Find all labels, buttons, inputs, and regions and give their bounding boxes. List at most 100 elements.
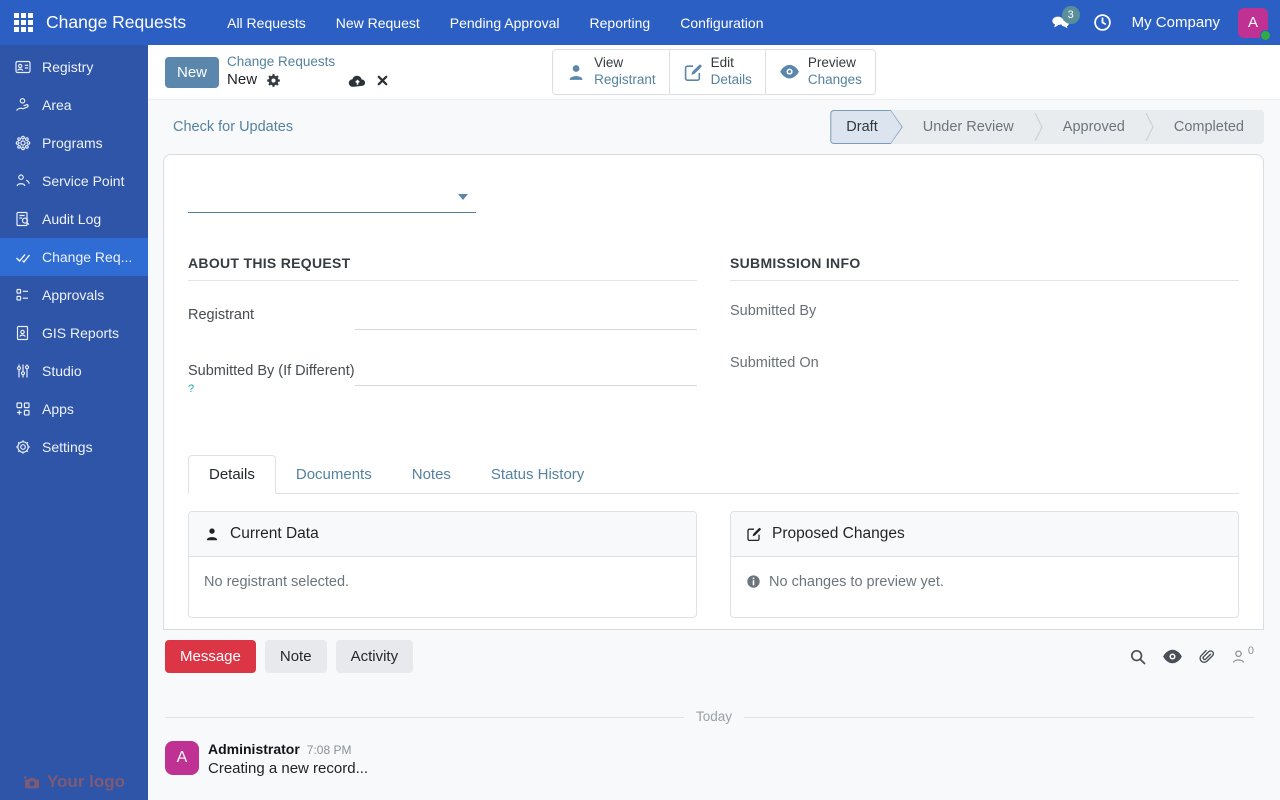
sidebar-item-label: Change Req... — [42, 249, 132, 265]
search-icon — [1129, 648, 1147, 666]
double-check-icon — [14, 248, 32, 266]
sidebar-item-gis-reports[interactable]: GIS Reports — [0, 314, 148, 352]
message-timestamp: 7:08 PM — [307, 743, 352, 757]
stage-draft[interactable]: Draft — [830, 110, 902, 144]
author-avatar: A — [165, 741, 199, 775]
submission-info-section: SUBMISSION INFO Submitted By Submitted O… — [730, 255, 1239, 431]
help-question-icon[interactable]: ? — [188, 383, 194, 395]
sidebar-item-label: Settings — [42, 439, 93, 455]
eye-icon — [1162, 648, 1183, 665]
sidebar-item-audit-log[interactable]: Audit Log — [0, 200, 148, 238]
info-icon — [746, 574, 761, 589]
date-divider: Today — [165, 709, 1263, 725]
apps-grid-icon — [14, 13, 33, 32]
tab-status-history[interactable]: Status History — [471, 456, 604, 493]
stage-separator-chevron — [1034, 110, 1043, 144]
section-title-submission: SUBMISSION INFO — [730, 255, 1239, 281]
follower-person-icon — [1230, 648, 1247, 665]
new-record-button[interactable]: New — [165, 57, 219, 88]
sidebar-item-change-requests[interactable]: Change Req... — [0, 238, 148, 276]
activity-clock-button[interactable] — [1086, 6, 1120, 40]
sidebar-item-label: Approvals — [42, 287, 104, 303]
clock-icon — [1093, 13, 1112, 32]
sidebar-item-label: GIS Reports — [42, 325, 119, 341]
message-button[interactable]: Message — [165, 640, 256, 673]
top-navbar: Change Requests All Requests New Request… — [0, 0, 1280, 45]
activity-button[interactable]: Activity — [336, 640, 414, 673]
status-row: Check for Updates Draft Under Review App… — [148, 100, 1280, 154]
record-actions-gear-button[interactable] — [266, 73, 281, 88]
sliders-icon — [14, 362, 32, 380]
menu-item-pending-approval[interactable]: Pending Approval — [437, 7, 573, 39]
sidebar-item-settings[interactable]: Settings — [0, 428, 148, 466]
sidebar-item-service-point[interactable]: Service Point — [0, 162, 148, 200]
registrant-input[interactable] — [355, 303, 697, 330]
proposed-changes-card-body: No changes to preview yet. — [731, 557, 1238, 617]
breadcrumb-current: New — [227, 71, 257, 90]
menu-item-reporting[interactable]: Reporting — [577, 7, 664, 39]
search-messages-button[interactable] — [1129, 648, 1147, 666]
divider-label: Today — [684, 709, 744, 724]
submitted-on-label: Submitted On — [730, 355, 1239, 377]
check-for-updates-link[interactable]: Check for Updates — [173, 119, 293, 135]
stage-completed[interactable]: Completed — [1154, 110, 1264, 144]
company-menu[interactable]: My Company — [1128, 14, 1230, 31]
menu-item-new-request[interactable]: New Request — [323, 7, 433, 39]
submitted-by-label: Submitted By — [730, 303, 1239, 325]
user-avatar[interactable]: A — [1238, 8, 1268, 38]
menu-item-configuration[interactable]: Configuration — [667, 7, 776, 39]
sidebar-item-area[interactable]: Area — [0, 86, 148, 124]
stage-label: Under Review — [923, 119, 1014, 135]
chevron-down-icon — [458, 194, 468, 200]
message-author[interactable]: Administrator — [208, 741, 300, 757]
sidebar-item-approvals[interactable]: Approvals — [0, 276, 148, 314]
hand-care-icon — [14, 96, 32, 114]
followers-count: 0 — [1248, 645, 1254, 657]
chatter: Message Note Activity 0 — [148, 630, 1280, 777]
chatter-message: A Administrator 7:08 PM Creating a new r… — [165, 741, 1263, 777]
submitted-by-if-input[interactable] — [355, 359, 697, 386]
notebook-tabs: Details Documents Notes Status History — [188, 455, 1239, 494]
action-label-top: Preview — [808, 55, 856, 72]
app-title[interactable]: Change Requests — [46, 12, 186, 33]
stage-under-review[interactable]: Under Review — [903, 110, 1034, 144]
current-data-card: Current Data No registrant selected. — [188, 511, 697, 618]
discard-record-button[interactable] — [376, 74, 389, 87]
proposed-changes-card: Proposed Changes No changes to preview y… — [730, 511, 1239, 618]
request-type-select[interactable] — [188, 185, 476, 213]
watch-record-button[interactable] — [1162, 648, 1183, 665]
sidebar-item-label: Apps — [42, 401, 74, 417]
menu-item-all-requests[interactable]: All Requests — [214, 7, 319, 39]
sidebar-item-label: Registry — [42, 59, 93, 75]
messages-count-badge: 3 — [1062, 6, 1080, 24]
registrant-field-label: Registrant — [188, 303, 355, 333]
empty-state-text: No changes to preview yet. — [769, 574, 944, 590]
edit-details-button[interactable]: Edit Details — [670, 50, 766, 94]
sidebar-item-apps[interactable]: Apps — [0, 390, 148, 428]
action-label-top: Edit — [711, 55, 734, 72]
company-logo-placeholder[interactable]: Your logo — [0, 772, 148, 792]
messages-button[interactable]: 3 — [1044, 6, 1078, 40]
tab-details[interactable]: Details — [188, 455, 276, 494]
person-icon — [566, 62, 586, 82]
sidebar-item-registry[interactable]: Registry — [0, 48, 148, 86]
proposed-changes-card-header: Proposed Changes — [731, 512, 1238, 557]
eye-icon — [779, 64, 800, 81]
tab-documents[interactable]: Documents — [276, 456, 392, 493]
sidebar-item-programs[interactable]: Programs — [0, 124, 148, 162]
followers-button[interactable]: 0 — [1230, 648, 1253, 665]
save-record-button[interactable] — [348, 73, 367, 88]
program-flower-icon — [14, 134, 32, 152]
main-content: New Change Requests New View — [148, 45, 1280, 800]
stage-approved[interactable]: Approved — [1043, 110, 1145, 144]
label-text: Submitted By (If Different) — [188, 363, 355, 379]
attach-files-button[interactable] — [1198, 648, 1215, 665]
note-button[interactable]: Note — [265, 640, 327, 673]
breadcrumb-parent-link[interactable]: Change Requests — [227, 54, 389, 71]
apps-grid-button[interactable] — [0, 0, 46, 45]
sidebar-item-studio[interactable]: Studio — [0, 352, 148, 390]
tab-notes[interactable]: Notes — [392, 456, 471, 493]
preview-changes-button[interactable]: Preview Changes — [766, 50, 875, 94]
sidebar: Registry Area Programs Service Point Aud… — [0, 45, 148, 800]
view-registrant-button[interactable]: View Registrant — [553, 50, 670, 94]
